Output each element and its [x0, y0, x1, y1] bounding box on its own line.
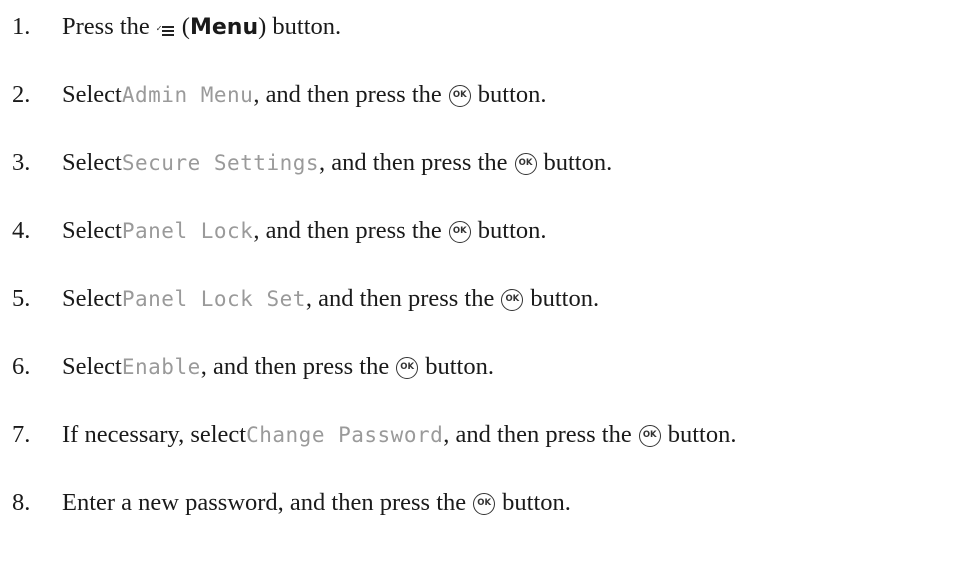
lcd-menu-item: Enable — [121, 355, 201, 379]
step-text: If necessary, select — [62, 421, 247, 448]
step-text-end: button. — [477, 217, 547, 244]
menu-open-paren: ( — [181, 13, 190, 40]
step-text-mid: , and then press the — [319, 149, 508, 176]
step-5: 5. Select Panel Lock Set , and then pres… — [12, 279, 599, 319]
step-6: 6. Select Enable , and then press the bu… — [12, 347, 494, 387]
step-text: Enter a new password, and then press the — [62, 489, 467, 516]
step-number: 5. — [12, 285, 31, 312]
step-text: Select — [62, 149, 122, 176]
step-text-end: button. — [667, 421, 737, 448]
ok-button-icon — [396, 357, 419, 379]
lcd-menu-item: Panel Lock Set — [121, 287, 306, 311]
step-number: 1. — [12, 13, 31, 40]
step-text: Select — [62, 217, 122, 244]
ok-button-icon — [448, 221, 471, 243]
step-number: 2. — [12, 81, 31, 108]
step-8: 8. Enter a new password, and then press … — [12, 483, 571, 523]
step-4: 4. Select Panel Lock , and then press th… — [12, 211, 547, 251]
step-text-end: button. — [530, 285, 600, 312]
lcd-menu-item: Secure Settings — [121, 151, 320, 175]
ok-button-icon — [501, 289, 524, 311]
step-2: 2. Select Admin Menu , and then press th… — [12, 75, 547, 115]
step-text-end: button. — [543, 149, 613, 176]
ok-button-icon — [514, 153, 537, 175]
step-3: 3. Select Secure Settings , and then pre… — [12, 143, 612, 183]
step-text-mid: , and then press the — [253, 81, 442, 108]
step-text-mid: , and then press the — [200, 353, 390, 380]
step-text-end: button. — [425, 353, 494, 380]
step-text-end: ) button. — [258, 13, 342, 40]
step-number: 8. — [12, 489, 31, 516]
step-number: 3. — [12, 149, 31, 176]
ok-button-icon — [638, 425, 661, 447]
lcd-menu-item: Admin Menu — [121, 83, 254, 107]
lcd-menu-item: Change Password — [246, 423, 444, 447]
menu-button-label: Menu — [189, 14, 259, 40]
step-text-mid: , and then press the — [305, 285, 495, 312]
step-text: Press the — [62, 13, 150, 40]
step-text: Select — [62, 353, 122, 380]
step-text-mid: , and then press the — [253, 217, 442, 244]
step-number: 4. — [12, 217, 31, 244]
step-7: 7. If necessary, select Change Password … — [12, 415, 736, 455]
step-text: Select — [62, 285, 122, 312]
step-number: 6. — [12, 353, 31, 380]
step-text-end: button. — [502, 489, 571, 516]
step-text: Select — [62, 81, 122, 108]
step-text-end: button. — [477, 81, 547, 108]
step-1: 1. Press the ✓ ( Menu ) button. — [12, 7, 341, 47]
step-number: 7. — [12, 421, 31, 448]
menu-list-icon: ✓ — [156, 24, 174, 39]
ok-button-icon — [473, 493, 496, 515]
lcd-menu-item: Panel Lock — [121, 219, 254, 243]
step-text-mid: , and then press the — [443, 421, 632, 448]
ok-button-icon — [448, 85, 471, 107]
